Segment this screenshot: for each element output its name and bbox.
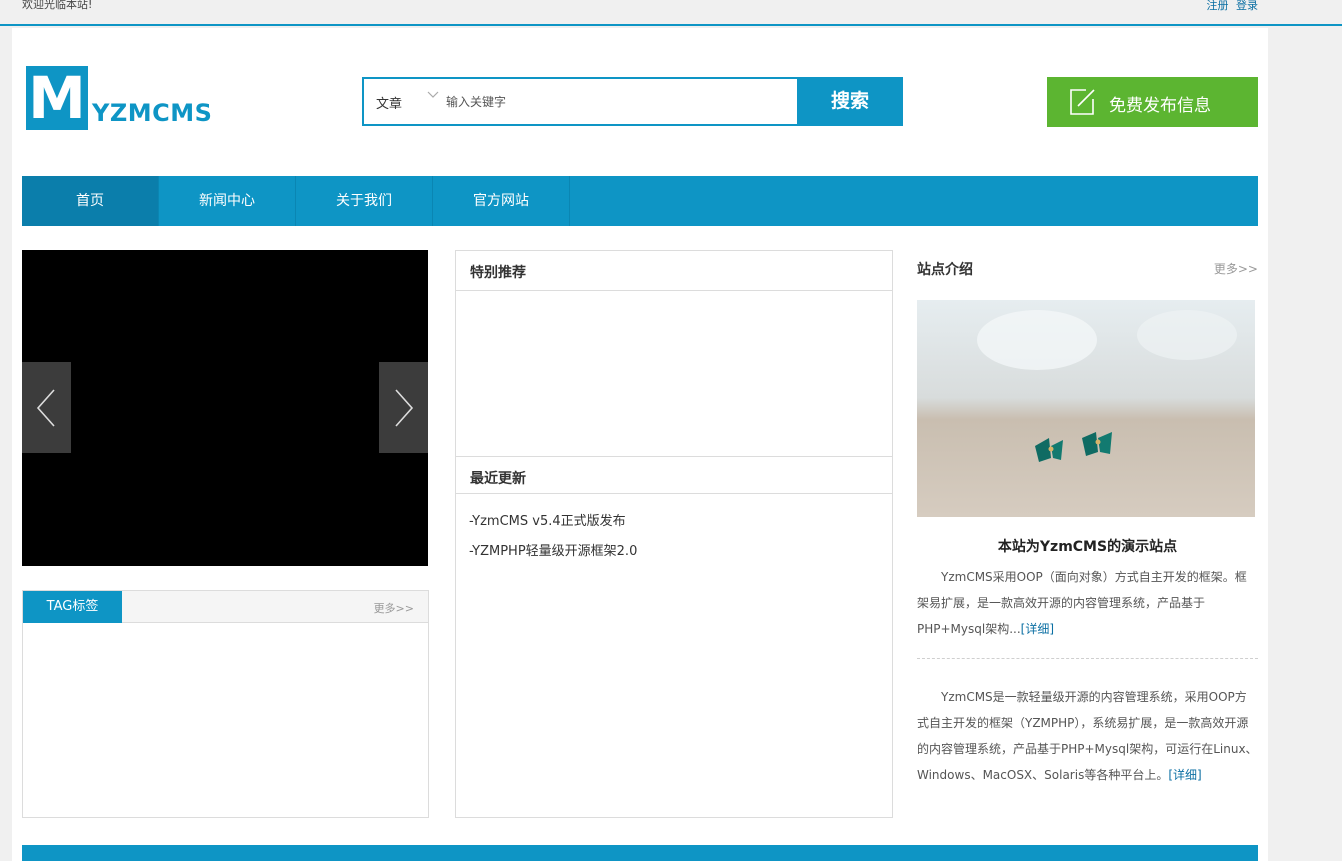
intro-paragraph-2: YzmCMS是一款轻量级开源的内容管理系统，采用OOP方式自主开发的框架（YZM… xyxy=(917,684,1258,788)
site-intro-more-link[interactable]: 更多>> xyxy=(1214,260,1258,277)
tag-panel-header: TAG标签 更多>> xyxy=(23,591,428,623)
image-slider xyxy=(22,250,428,566)
footer-bar xyxy=(22,845,1258,861)
latest-list: -YzmCMS v5.4正式版发布 -YZMPHP轻量级开源框架2.0 xyxy=(469,507,869,567)
intro-paragraph-1: YzmCMS采用OOP（面向对象）方式自主开发的框架。框架易扩展，是一款高效开源… xyxy=(917,564,1258,642)
publish-button[interactable]: 免费发布信息 xyxy=(1047,77,1258,127)
tag-tab[interactable]: TAG标签 xyxy=(23,591,122,623)
welcome-text: 欢迎光临本站! xyxy=(22,0,93,11)
divider xyxy=(917,658,1258,659)
nav-item-official-site[interactable]: 官方网站 xyxy=(433,176,570,226)
chevron-right-icon[interactable] xyxy=(379,362,428,453)
intro-paragraph-1-text: YzmCMS采用OOP（面向对象）方式自主开发的框架。框架易扩展，是一款高效开源… xyxy=(917,570,1247,636)
site-intro-title: 站点介绍 xyxy=(917,262,973,278)
list-item[interactable]: -YZMPHP轻量级开源框架2.0 xyxy=(469,537,869,567)
site-intro-panel: 站点介绍 更多>> 本站为YzmCMS的演示站点 YzmCMS采用OOP（面向对… xyxy=(917,250,1258,840)
intro-headline: 本站为YzmCMS的演示站点 xyxy=(997,539,1178,555)
detail-link[interactable]: [详细] xyxy=(1168,768,1201,782)
nav-item-home[interactable]: 首页 xyxy=(22,176,159,226)
search-category-select[interactable]: 文章 xyxy=(376,93,402,112)
intro-paragraph-2-text: YzmCMS是一款轻量级开源的内容管理系统，采用OOP方式自主开发的框架（YZM… xyxy=(917,690,1258,782)
featured-title: 特别推荐 xyxy=(470,265,526,281)
featured-header: 特别推荐 xyxy=(456,251,892,291)
list-item[interactable]: -YzmCMS v5.4正式版发布 xyxy=(469,507,869,537)
logo-letter: M xyxy=(26,66,88,130)
chevron-left-icon[interactable] xyxy=(22,362,71,453)
account-links: 注册 登录 xyxy=(1203,0,1259,13)
site-logo[interactable]: M YZMCMS xyxy=(26,66,236,132)
search-input[interactable] xyxy=(446,79,796,124)
logo-text: YZMCMS xyxy=(92,99,213,127)
detail-link[interactable]: [详细] xyxy=(1021,622,1054,636)
latest-title: 最近更新 xyxy=(470,471,526,487)
main-nav: 首页 新闻中心 关于我们 官方网站 xyxy=(22,176,1258,226)
latest-header: 最近更新 xyxy=(456,456,892,494)
chevron-down-icon[interactable] xyxy=(426,87,440,101)
search-button[interactable]: 搜索 xyxy=(797,77,903,126)
tag-panel: TAG标签 更多>> xyxy=(22,590,429,818)
tag-more-link[interactable]: 更多>> xyxy=(374,600,414,616)
login-link[interactable]: 登录 xyxy=(1236,0,1258,12)
middle-panel: 特别推荐 最近更新 -YzmCMS v5.4正式版发布 -YZMPHP轻量级开源… xyxy=(455,250,893,818)
page-container: M YZMCMS 文章 搜索 免费发布信息 首页 新闻中心 关于我们 官方网站 xyxy=(12,28,1268,861)
nav-item-about[interactable]: 关于我们 xyxy=(296,176,433,226)
intro-photo[interactable] xyxy=(917,300,1255,517)
search-bar: 文章 搜索 xyxy=(362,77,903,126)
register-link[interactable]: 注册 xyxy=(1207,0,1229,12)
nav-item-news[interactable]: 新闻中心 xyxy=(159,176,296,226)
top-bar: 欢迎光临本站! 注册 登录 xyxy=(0,0,1342,26)
edit-icon xyxy=(1067,87,1097,117)
publish-label: 免费发布信息 xyxy=(1109,96,1211,116)
